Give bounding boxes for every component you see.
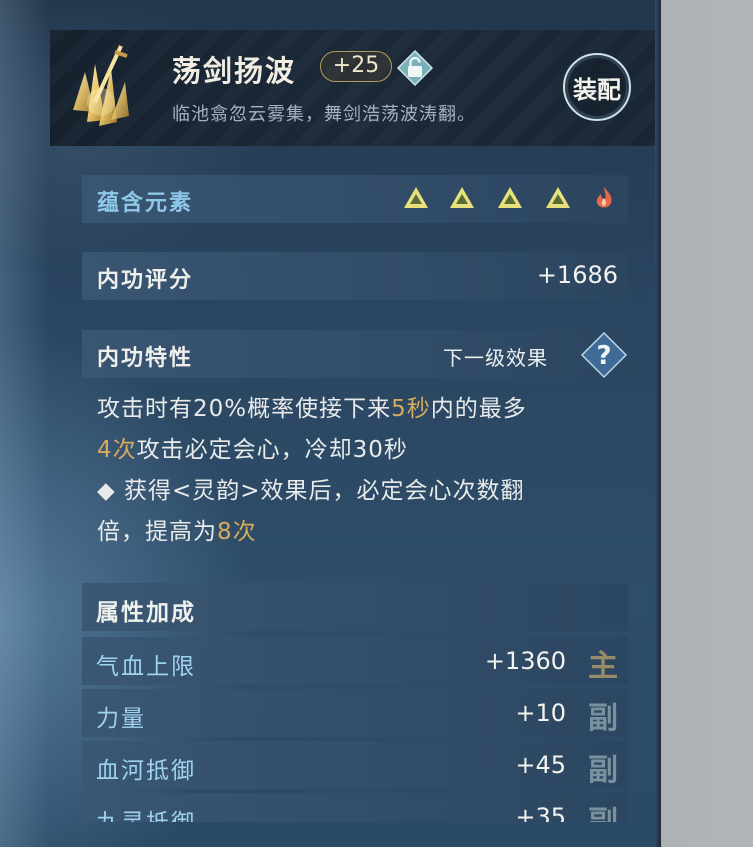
attribute-row: 九灵抵御 +35 副: [82, 793, 628, 822]
trait-label: 内功特性: [97, 346, 194, 371]
triangle-element-icon: [546, 187, 570, 208]
enhance-level-badge: +25: [320, 51, 392, 82]
attribute-tag: 副: [588, 753, 618, 788]
triangle-element-icon: [450, 187, 474, 208]
attribute-name: 力量: [96, 706, 146, 732]
item-name: 荡剑扬波: [172, 54, 297, 88]
panel-glow: [0, 0, 50, 847]
attribute-value: +10: [515, 699, 566, 727]
triangle-element-icon: [498, 187, 522, 208]
trait-text-line: ◆ 获得<灵韵>效果后，必定会心次数翻: [97, 478, 525, 504]
attribute-tag: 副: [588, 797, 618, 822]
item-description: 临池翕忽云雾集，舞剑浩荡波涛翻。: [172, 104, 476, 125]
trait-text-line: 4次攻击必定会心，冷却30秒: [97, 437, 408, 463]
attribute-tag: 副: [588, 701, 618, 736]
sword-wave-item-icon: [73, 45, 129, 126]
attribute-row: 力量 +10 副: [82, 689, 628, 737]
trait-text-line: 倍，提高为8次: [97, 519, 257, 545]
elements-label: 蕴含元素: [97, 191, 194, 216]
attribute-value: +35: [515, 803, 566, 822]
panel-border: [655, 0, 661, 847]
lock-icon[interactable]: [396, 49, 434, 87]
attribute-name: 气血上限: [96, 654, 196, 680]
fire-element-icon: [596, 187, 612, 208]
item-header: 荡剑扬波 +25 临池翕忽云雾集，舞剑浩荡波涛翻。 装配: [50, 30, 655, 146]
svg-text:?: ?: [596, 341, 611, 371]
attributes-header: 属性加成: [96, 600, 196, 626]
attributes-header-row: 属性加成: [82, 583, 628, 631]
equip-button[interactable]: 装配: [563, 53, 631, 121]
triangle-element-icon: [404, 187, 428, 208]
attribute-value: +1360: [484, 647, 566, 675]
attribute-row: 气血上限 +1360 主: [82, 637, 628, 685]
attribute-value: +45: [515, 751, 566, 779]
score-label: 内功评分: [97, 268, 194, 293]
attribute-name: 九灵抵御: [96, 803, 196, 822]
next-level-effect-link[interactable]: 下一级效果: [443, 342, 548, 371]
attributes-list: 气血上限 +1360 主 力量 +10 副 血河抵御 +45 副 九灵抵御 +3…: [82, 637, 628, 822]
attribute-name: 血河抵御: [96, 758, 196, 784]
help-icon[interactable]: ?: [579, 330, 629, 380]
score-row: 内功评分 +1686: [82, 252, 628, 300]
item-tooltip-panel: 荡剑扬波 +25 临池翕忽云雾集，舞剑浩荡波涛翻。 装配 蕴含元素 内功评分 +…: [0, 0, 661, 847]
trait-text-line: 攻击时有20%概率使接下来5秒内的最多: [97, 396, 527, 422]
score-value: +1686: [536, 261, 618, 289]
attribute-row: 血河抵御 +45 副: [82, 741, 628, 789]
attribute-tag: 主: [588, 649, 618, 684]
